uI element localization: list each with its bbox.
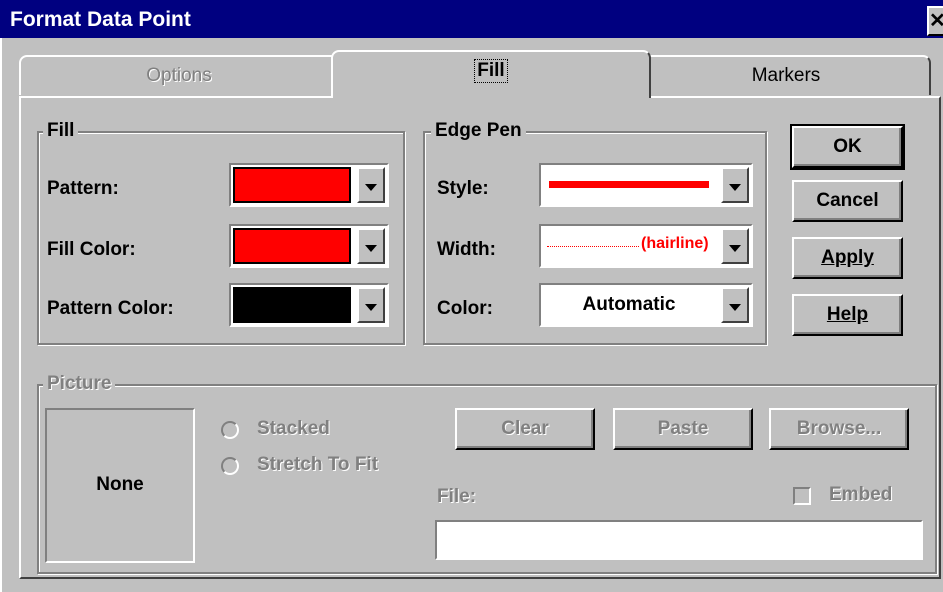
stacked-label: Stacked xyxy=(257,418,330,439)
file-input[interactable] xyxy=(435,520,923,560)
window-title: Format Data Point xyxy=(10,8,191,31)
embed-label: Embed xyxy=(829,484,893,505)
tab-fill[interactable]: Fill xyxy=(331,50,651,98)
pattern-combo[interactable] xyxy=(229,163,389,207)
chevron-down-icon[interactable] xyxy=(721,228,749,264)
help-button[interactable]: Help xyxy=(792,294,903,336)
pattern-color-swatch xyxy=(233,287,351,323)
picture-preview: None xyxy=(45,408,195,563)
chevron-down-icon[interactable] xyxy=(357,287,385,323)
style-combo[interactable] xyxy=(539,163,753,207)
picture-group: Picture None Stacked Stretch To Fit Clea… xyxy=(37,373,937,574)
tab-fill-label: Fill xyxy=(474,59,508,83)
paste-button[interactable]: Paste xyxy=(613,408,753,450)
fill-color-combo[interactable] xyxy=(229,224,389,268)
title-bar: Format Data Point xyxy=(0,0,943,38)
pattern-swatch xyxy=(233,167,351,203)
help-label: Help xyxy=(826,304,869,325)
tab-panel: Fill Pattern: Fill Color: Pattern Color:… xyxy=(19,96,941,579)
stretch-radio[interactable] xyxy=(221,457,239,475)
edge-color-value: Automatic xyxy=(582,294,676,315)
picture-legend: Picture xyxy=(43,373,116,395)
close-icon[interactable]: ✕ xyxy=(927,6,943,36)
chevron-down-icon[interactable] xyxy=(721,167,749,203)
apply-button[interactable]: Apply xyxy=(792,237,903,279)
style-line xyxy=(549,181,709,188)
edge-pen-group: Edge Pen Style: Width: (hairline) Color:… xyxy=(423,120,767,345)
width-combo[interactable]: (hairline) xyxy=(539,224,753,268)
edge-pen-legend: Edge Pen xyxy=(431,120,526,142)
width-label: Width: xyxy=(437,239,496,260)
color-label: Color: xyxy=(437,298,493,319)
edge-color-combo[interactable]: Automatic xyxy=(539,283,753,327)
cancel-button[interactable]: Cancel xyxy=(792,180,903,222)
fill-color-swatch xyxy=(233,228,351,264)
browse-button[interactable]: Browse... xyxy=(769,408,909,450)
chevron-down-icon[interactable] xyxy=(721,287,749,323)
pattern-color-combo[interactable] xyxy=(229,283,389,327)
width-hairline xyxy=(547,246,639,247)
fill-group: Fill Pattern: Fill Color: Pattern Color: xyxy=(37,120,405,345)
width-value: (hairline) xyxy=(641,235,709,252)
fill-group-legend: Fill xyxy=(43,120,79,142)
file-label: File: xyxy=(437,486,477,507)
style-label: Style: xyxy=(437,178,489,199)
ok-button[interactable]: OK xyxy=(790,124,905,170)
chevron-down-icon[interactable] xyxy=(357,167,385,203)
picture-preview-text: None xyxy=(96,474,144,495)
tab-markers[interactable]: Markers xyxy=(641,55,931,95)
window-frame xyxy=(0,38,6,592)
pattern-label: Pattern: xyxy=(47,178,119,199)
fill-color-label: Fill Color: xyxy=(47,239,136,260)
pattern-color-label: Pattern Color: xyxy=(47,298,174,319)
apply-label: Apply xyxy=(821,247,874,268)
stretch-label: Stretch To Fit xyxy=(257,454,379,475)
chevron-down-icon[interactable] xyxy=(357,228,385,264)
stacked-radio[interactable] xyxy=(221,421,239,439)
tab-options: Options xyxy=(19,55,339,95)
clear-button[interactable]: Clear xyxy=(455,408,595,450)
embed-checkbox[interactable] xyxy=(793,487,811,505)
